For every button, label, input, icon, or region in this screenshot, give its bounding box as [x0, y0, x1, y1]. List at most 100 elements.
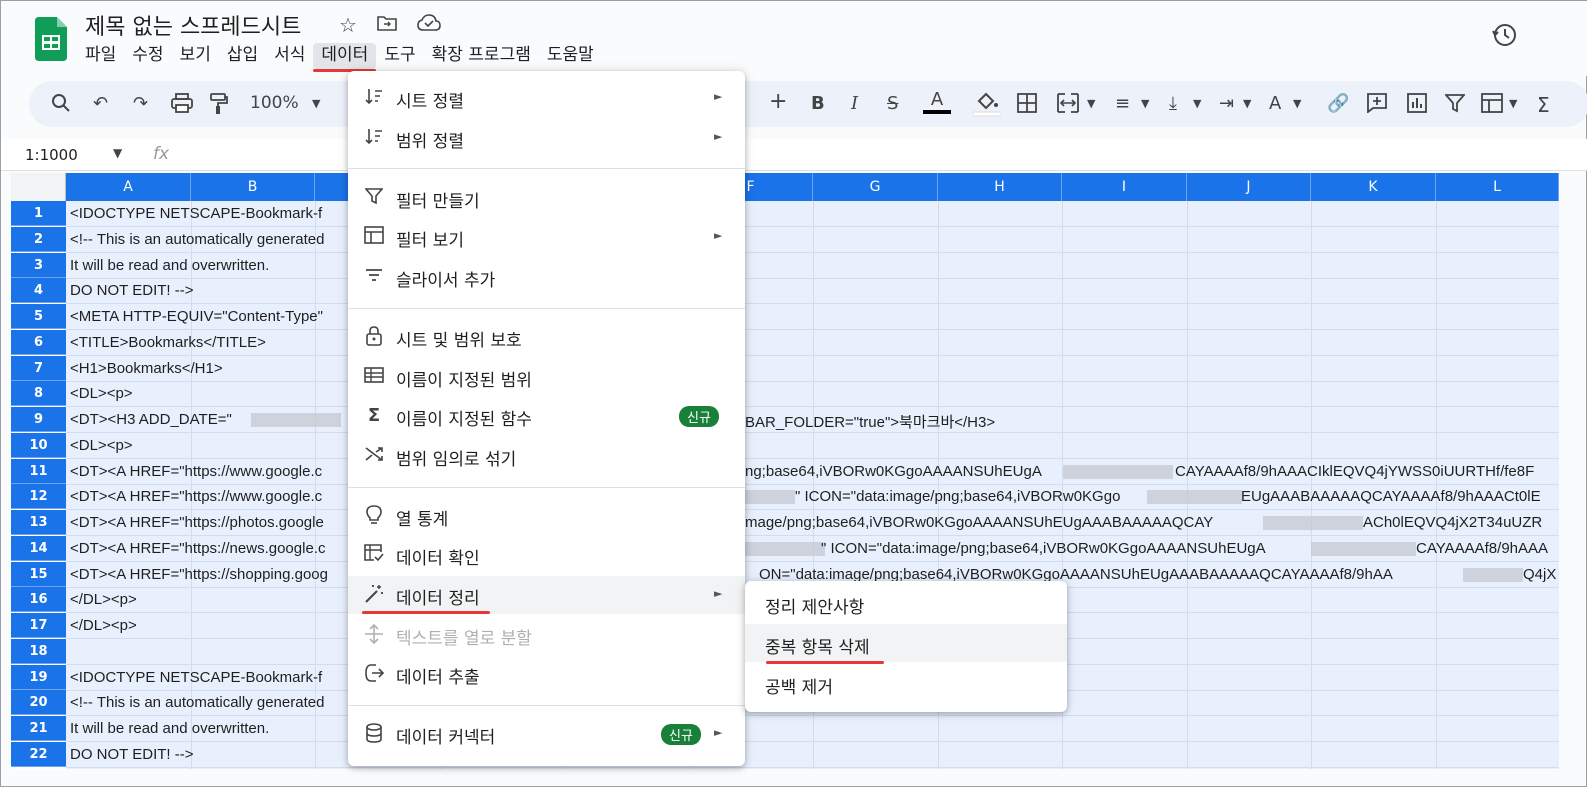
row-header[interactable]: 15 — [11, 561, 66, 587]
chevron-down-icon[interactable]: ▼ — [1193, 97, 1201, 110]
row-header[interactable]: 3 — [11, 252, 66, 278]
menu-file[interactable]: 파일 — [77, 43, 124, 69]
column-header[interactable]: J — [1187, 173, 1311, 201]
row-header[interactable]: 4 — [11, 278, 66, 304]
row-header[interactable]: 7 — [11, 355, 66, 381]
star-icon[interactable]: ☆ — [339, 13, 357, 37]
search-icon[interactable] — [51, 93, 71, 118]
menu-view[interactable]: 보기 — [172, 43, 219, 69]
menu-item-protect-sheets[interactable]: 시트 및 범위 보호 — [348, 318, 745, 356]
move-folder-icon[interactable] — [377, 13, 397, 37]
cell-a-text[interactable]: DO NOT EDIT! --> — [70, 282, 193, 299]
redo-icon[interactable]: ↷ — [133, 93, 148, 114]
cell-a-text[interactable]: </DL><p> — [70, 617, 137, 634]
chevron-down-icon[interactable]: ▼ — [1243, 97, 1251, 110]
menu-item-randomize-range[interactable]: 범위 임의로 섞기 — [348, 437, 745, 475]
cell-a-text[interactable]: <!-- This is an automatically generated — [70, 694, 324, 711]
text-color-icon[interactable]: A — [923, 89, 951, 114]
menu-item-add-slicer[interactable]: 슬라이서 추가 — [348, 258, 745, 296]
row-header[interactable]: 8 — [11, 381, 66, 407]
cell-a-text[interactable]: DO NOT EDIT! --> — [70, 746, 193, 763]
row-header[interactable]: 5 — [11, 304, 66, 329]
row-header[interactable]: 10 — [11, 432, 66, 458]
menu-item-sort-range[interactable]: 범위 정렬 ► — [348, 119, 745, 157]
row-header[interactable]: 14 — [11, 535, 66, 561]
menu-item-data-extraction[interactable]: 데이터 추출 — [348, 655, 745, 693]
cell-a-text[interactable]: <DT><A HREF="https://www.google.c — [70, 488, 322, 505]
row-header[interactable]: 20 — [11, 690, 66, 716]
row-header[interactable]: 1 — [11, 201, 66, 226]
comment-icon[interactable] — [1367, 93, 1387, 118]
cell-a-text[interactable]: It will be read and overwritten. — [70, 257, 269, 274]
row-header[interactable]: 19 — [11, 664, 66, 690]
column-header[interactable]: L — [1436, 173, 1559, 201]
menu-format[interactable]: 서식 — [266, 43, 313, 69]
cell-a-text[interactable]: <DT><A HREF="https://news.google.c — [70, 540, 325, 557]
menu-item-data-validation[interactable]: 데이터 확인 — [348, 536, 745, 574]
borders-icon[interactable] — [1017, 93, 1037, 118]
menu-item-create-filter[interactable]: 필터 만들기 — [348, 179, 745, 217]
align-left-icon[interactable]: ≡ — [1115, 93, 1130, 114]
undo-icon[interactable]: ↶ — [93, 93, 108, 114]
column-header[interactable]: B — [191, 173, 315, 201]
text-rotation-icon[interactable]: A — [1269, 93, 1281, 114]
row-header[interactable]: 2 — [11, 226, 66, 252]
cell-a-text[interactable]: <DT><A HREF="https://shopping.goog — [70, 566, 328, 583]
cloud-saved-icon[interactable] — [417, 13, 441, 37]
link-icon[interactable]: 🔗 — [1327, 93, 1349, 114]
sheets-logo-icon[interactable] — [35, 17, 67, 61]
column-header[interactable]: G — [813, 173, 938, 201]
menu-item-filter-views[interactable]: 필터 보기 ► — [348, 218, 745, 256]
cell-a-text[interactable]: <DL><p> — [70, 437, 133, 454]
bold-icon[interactable]: B — [811, 93, 825, 114]
vertical-align-icon[interactable]: ⤓ — [1169, 93, 1177, 114]
menu-data[interactable]: 데이터 — [313, 43, 377, 72]
cleanup-suggestions-item[interactable]: 정리 제안사항 — [745, 584, 1067, 622]
text-wrap-icon[interactable]: ⇥ — [1219, 93, 1234, 114]
menu-item-named-functions[interactable]: Σ 이름이 지정된 함수 신규 — [348, 397, 745, 435]
name-box[interactable]: 1:1000 — [25, 146, 78, 164]
chevron-down-icon[interactable]: ▼ — [1087, 97, 1095, 110]
chevron-down-icon[interactable]: ▼ — [1141, 97, 1149, 110]
cell-a-text[interactable]: <META HTTP-EQUIV="Content-Type" — [70, 308, 323, 325]
cell-a-text[interactable]: <DT><A HREF="https://www.google.c — [70, 463, 322, 480]
menu-item-data-cleanup[interactable]: 데이터 정리 ► — [348, 576, 745, 614]
cell-a-text[interactable]: It will be read and overwritten. — [70, 720, 269, 737]
cell-a-text[interactable]: <!-- This is an automatically generated — [70, 231, 324, 248]
menu-extensions[interactable]: 확장 프로그램 — [424, 43, 539, 69]
column-header[interactable]: I — [1062, 173, 1187, 201]
menu-item-named-ranges[interactable]: 이름이 지정된 범위 — [348, 358, 745, 396]
row-header[interactable]: 18 — [11, 638, 66, 664]
chevron-down-icon[interactable]: ▼ — [1293, 97, 1301, 110]
menu-item-data-connectors[interactable]: 데이터 커넥터 신규 ► — [348, 715, 745, 753]
merge-cells-icon[interactable] — [1057, 93, 1079, 118]
chevron-down-icon[interactable]: ▼ — [312, 97, 320, 110]
select-all-corner[interactable] — [11, 173, 66, 201]
remove-duplicates-item[interactable]: 중복 항목 삭제 — [745, 624, 1067, 662]
menu-tools[interactable]: 도구 — [376, 43, 423, 69]
italic-icon[interactable]: I — [851, 93, 858, 114]
print-icon[interactable] — [171, 93, 193, 118]
chevron-down-icon[interactable]: ▼ — [1509, 97, 1517, 110]
paint-format-icon[interactable] — [209, 93, 229, 120]
menu-item-sort-sheet[interactable]: 시트 정렬 ► — [348, 79, 745, 117]
row-header[interactable]: 16 — [11, 587, 66, 613]
cell-a-text[interactable]: <DL><p> — [70, 385, 133, 402]
filter-icon[interactable] — [1444, 93, 1466, 118]
row-header[interactable]: 13 — [11, 510, 66, 535]
column-header[interactable]: H — [938, 173, 1062, 201]
row-header[interactable]: 6 — [11, 329, 66, 355]
zoom-select[interactable]: 100% — [250, 93, 299, 113]
row-header[interactable]: 11 — [11, 458, 66, 484]
row-header[interactable]: 17 — [11, 613, 66, 638]
row-header[interactable]: 12 — [11, 484, 66, 510]
cell-a-text[interactable]: </DL><p> — [70, 591, 137, 608]
cell-a-text[interactable]: <IDOCTYPE NETSCAPE-Bookmark-f — [70, 205, 322, 222]
column-header[interactable]: K — [1311, 173, 1436, 201]
document-title[interactable]: 제목 없는 스프레드시트 — [85, 9, 301, 41]
menu-insert[interactable]: 삽입 — [219, 43, 266, 69]
cell-a-text[interactable]: <IDOCTYPE NETSCAPE-Bookmark-f — [70, 669, 322, 686]
column-header[interactable]: A — [66, 173, 191, 201]
menu-edit[interactable]: 수정 — [124, 43, 171, 69]
strikethrough-icon[interactable]: S — [887, 93, 898, 114]
